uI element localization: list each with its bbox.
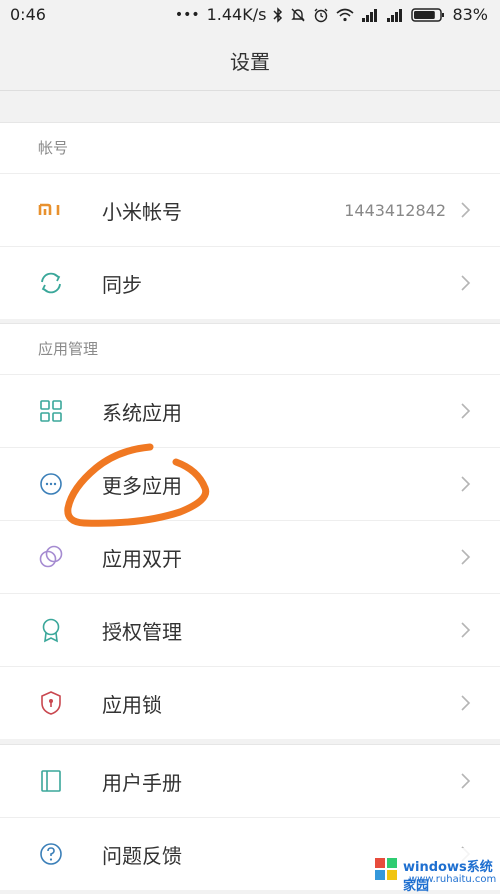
row-label: 系统应用 — [102, 400, 182, 425]
permission-badge-icon — [38, 617, 64, 643]
windows-logo-icon — [373, 856, 399, 882]
row-label: 更多应用 — [102, 473, 182, 498]
chevron-right-icon — [460, 402, 472, 420]
manual-book-icon — [38, 768, 64, 794]
alarm-icon — [313, 7, 329, 23]
grid-apps-icon — [38, 398, 64, 424]
battery-icon — [411, 7, 445, 23]
row-dual-apps[interactable]: 应用双开 — [0, 521, 500, 594]
sync-icon — [38, 270, 64, 296]
network-speed: 1.44K/s — [206, 5, 267, 24]
chevron-right-icon — [460, 274, 472, 292]
more-dots: ••• — [174, 6, 200, 23]
row-label: 用户手册 — [102, 770, 182, 795]
status-icons: ••• 1.44K/s 83% — [175, 5, 488, 24]
status-bar: 0:46 ••• 1.44K/s 83% — [0, 0, 500, 30]
shield-lock-icon — [38, 690, 64, 716]
row-sync[interactable]: 同步 — [0, 247, 500, 319]
row-label: 同步 — [102, 272, 142, 297]
row-label: 问题反馈 — [102, 843, 182, 868]
mi-logo-icon — [38, 197, 64, 223]
signal-icon — [386, 8, 404, 22]
row-label: 应用锁 — [102, 692, 162, 717]
row-label: 应用双开 — [102, 546, 182, 571]
chevron-right-icon — [460, 694, 472, 712]
row-app-lock[interactable]: 应用锁 — [0, 667, 500, 739]
row-system-apps[interactable]: 系统应用 — [0, 375, 500, 448]
row-more-apps[interactable]: 更多应用 — [0, 448, 500, 521]
signal-icon — [361, 8, 379, 22]
chevron-right-icon — [460, 475, 472, 493]
section-header-app-management: 应用管理 — [0, 324, 500, 375]
mute-bell-icon — [290, 7, 306, 23]
row-value: 1443412842 — [344, 200, 446, 220]
section-account: 帐号 小米帐号 1443412842 同步 — [0, 122, 500, 319]
row-label: 小米帐号 — [102, 199, 182, 224]
dual-app-icon — [38, 544, 64, 570]
row-label: 授权管理 — [102, 619, 182, 644]
page-title: 设置 — [230, 49, 270, 74]
row-mi-account[interactable]: 小米帐号 1443412842 — [0, 174, 500, 247]
wifi-icon — [336, 8, 354, 22]
watermark-url: www.ruhaitu.com — [409, 874, 497, 885]
section-header-account: 帐号 — [0, 123, 500, 174]
chevron-right-icon — [460, 201, 472, 219]
more-circle-icon — [38, 471, 64, 497]
watermark: windows系统家园 www.ruhaitu.com — [365, 848, 500, 894]
help-circle-icon — [38, 841, 64, 867]
title-bar: 设置 — [0, 30, 500, 91]
bluetooth-icon — [273, 6, 283, 23]
status-time: 0:46 — [10, 5, 46, 24]
chevron-right-icon — [460, 621, 472, 639]
row-user-manual[interactable]: 用户手册 — [0, 745, 500, 818]
row-permissions[interactable]: 授权管理 — [0, 594, 500, 667]
battery-percent: 83% — [452, 5, 488, 24]
chevron-right-icon — [460, 548, 472, 566]
chevron-right-icon — [460, 772, 472, 790]
section-app-management: 应用管理 系统应用 更多应用 应用双开 授权管理 应用锁 — [0, 323, 500, 739]
